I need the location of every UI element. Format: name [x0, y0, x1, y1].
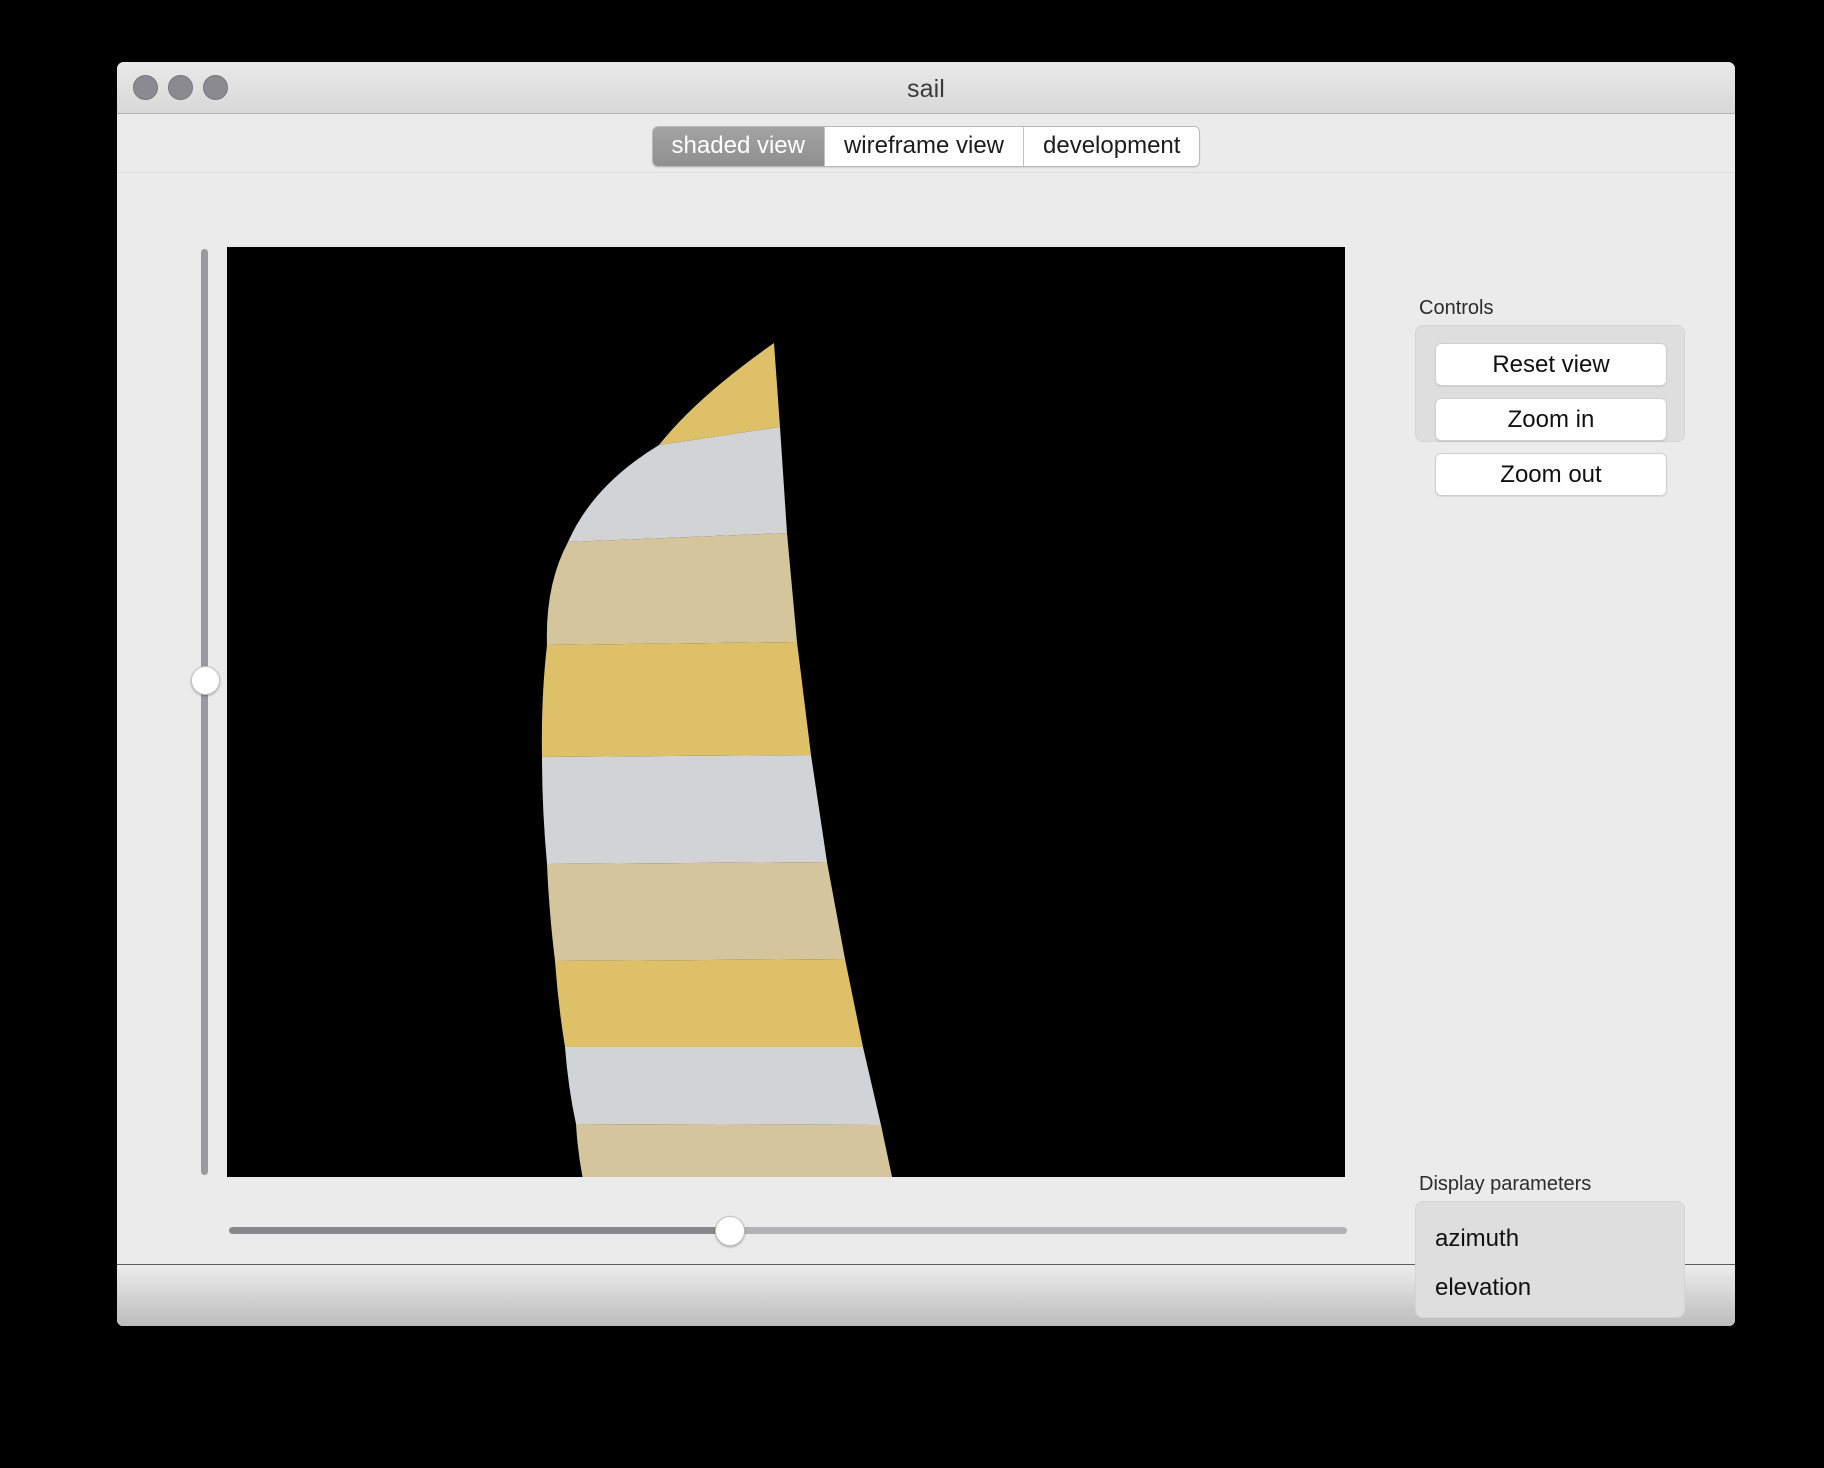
controls-panel: Reset view Zoom in Zoom out: [1415, 325, 1685, 496]
main-content: Controls Reset view Zoom in Zoom out Dis…: [117, 172, 1735, 1318]
elevation-slider[interactable]: [191, 249, 220, 1175]
window-title: sail: [907, 75, 945, 103]
azimuth-slider-track-remainder[interactable]: [729, 1227, 1347, 1234]
display-parameters-panel: azimuth elevation: [1415, 1201, 1685, 1318]
zoom-out-button[interactable]: Zoom out: [1435, 453, 1667, 496]
tab-bar: shaded view wireframe view development: [117, 114, 1735, 172]
shaded-sail-render: [227, 247, 1345, 1177]
param-azimuth-label[interactable]: azimuth: [1435, 1214, 1684, 1263]
zoom-in-button[interactable]: Zoom in: [1435, 398, 1667, 441]
reset-view-button[interactable]: Reset view: [1435, 343, 1667, 386]
azimuth-slider[interactable]: [229, 1216, 1347, 1246]
tab-shaded-view[interactable]: shaded view: [652, 126, 825, 166]
app-window: sail shaded view wireframe view developm…: [117, 62, 1735, 1326]
render-viewport[interactable]: [227, 247, 1345, 1177]
controls-group-label: Controls: [1419, 297, 1494, 319]
param-elevation-label[interactable]: elevation: [1435, 1263, 1684, 1312]
tab-wireframe-view[interactable]: wireframe view: [824, 126, 1024, 166]
azimuth-slider-track-filled[interactable]: [229, 1227, 730, 1234]
tab-group: shaded view wireframe view development: [651, 125, 1201, 167]
tab-development[interactable]: development: [1024, 126, 1200, 166]
render-viewport-container: [227, 247, 1345, 1177]
display-parameters-group-label: Display parameters: [1419, 1173, 1592, 1195]
elevation-slider-knob[interactable]: [191, 665, 220, 695]
azimuth-slider-knob[interactable]: [715, 1216, 746, 1246]
elevation-slider-track[interactable]: [201, 249, 208, 1175]
title-bar: sail: [117, 62, 1735, 114]
controls-button-column: Reset view Zoom in Zoom out: [1435, 343, 1667, 496]
